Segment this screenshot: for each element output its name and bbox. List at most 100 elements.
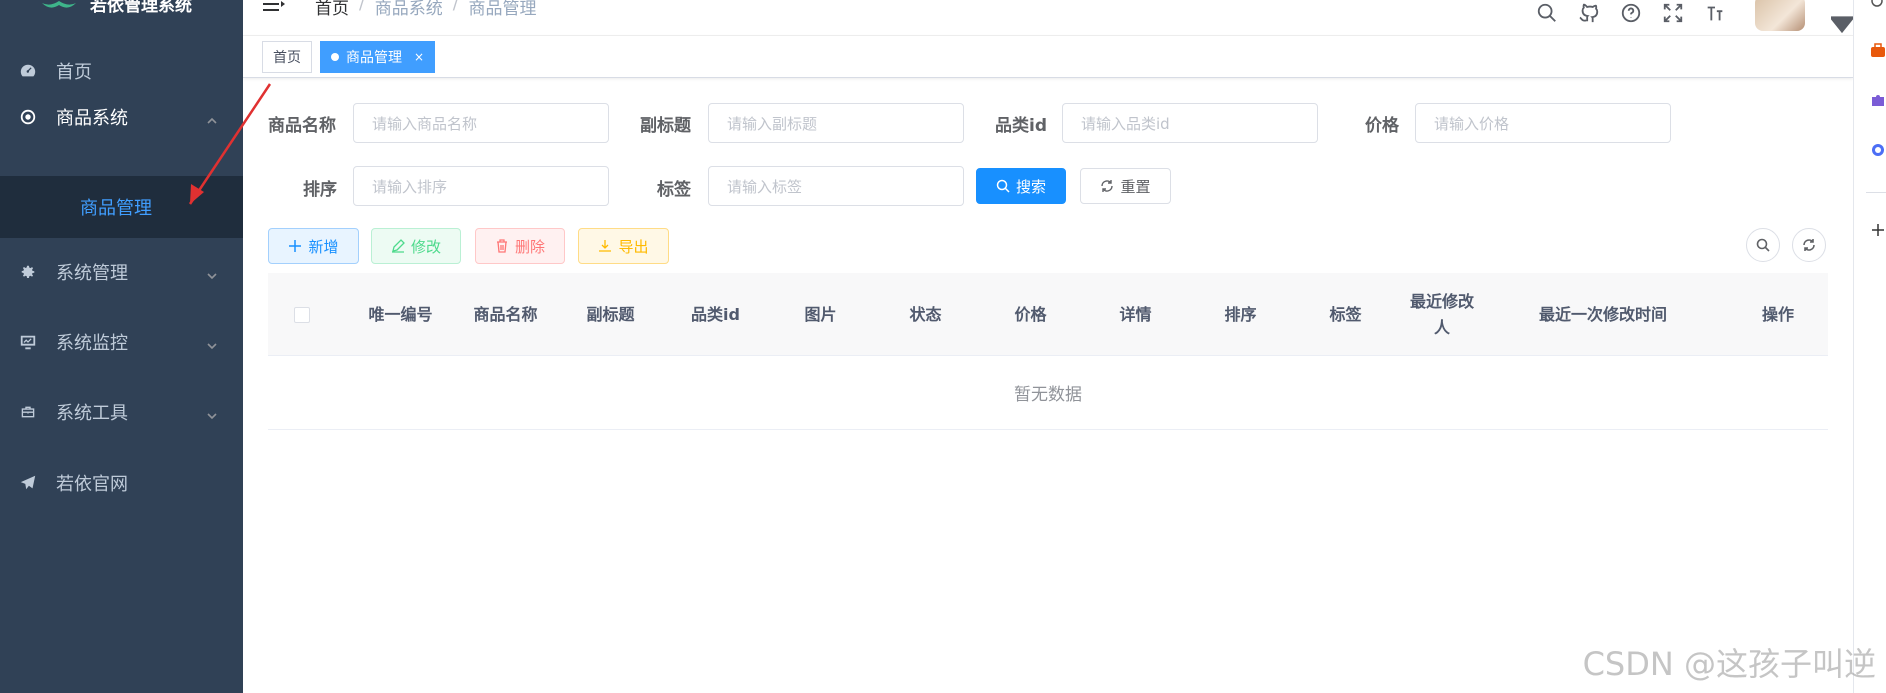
column-header: 品类id	[691, 304, 740, 324]
edit-button-label: 修改	[410, 237, 441, 256]
sidebar-item-system-tools[interactable]: 系统工具	[0, 383, 243, 441]
puzzle-icon[interactable]	[1870, 92, 1886, 108]
select-all-checkbox[interactable]	[294, 307, 310, 323]
toggle-search-button[interactable]	[1746, 228, 1780, 262]
search-button-label: 搜索	[1015, 177, 1046, 196]
export-button[interactable]: 导出	[578, 228, 669, 264]
column-header: 商品名称	[473, 304, 538, 324]
hamburger-icon[interactable]	[263, 0, 285, 12]
avatar[interactable]	[1755, 0, 1805, 31]
delete-button-label: 删除	[514, 237, 545, 256]
column-header: 详情	[1119, 304, 1152, 324]
font-size-icon[interactable]	[1703, 1, 1727, 25]
gear-icon	[18, 262, 38, 282]
column-header: 副标题	[586, 304, 635, 324]
sidebar-item-label: 系统工具	[56, 403, 128, 424]
export-button-label: 导出	[618, 237, 649, 256]
plus-icon[interactable]	[1870, 222, 1886, 238]
refresh-icon	[1803, 239, 1815, 251]
refresh-button[interactable]	[1792, 228, 1826, 262]
sidebar-item-label: 商品系统	[56, 108, 128, 129]
table-header: 唯一编号 商品名称 副标题 品类id 图片 状态 价格 详情 排序 标签 最近修…	[268, 273, 1828, 356]
column-header: 操作	[1761, 304, 1794, 324]
breadcrumb-separator: /	[359, 0, 365, 14]
tag-goods-management[interactable]: 商品管理 ×	[320, 41, 436, 73]
fullscreen-icon[interactable]	[1661, 1, 1685, 25]
monitor-icon	[18, 332, 38, 352]
add-button-label: 新增	[308, 237, 339, 256]
breadcrumb-separator: /	[452, 0, 459, 14]
search-icon	[996, 179, 1010, 193]
tags-view: 首页 商品管理 ×	[243, 36, 1853, 78]
goods-name-input[interactable]: 请输入商品名称	[353, 103, 609, 143]
column-header: 图片	[804, 304, 837, 324]
search-icon[interactable]	[1870, 0, 1886, 10]
navbar-right-menu	[1535, 0, 1853, 34]
download-icon	[599, 240, 612, 252]
watermark: CSDN @这孩子叫逆	[1582, 645, 1876, 683]
navbar: 首页 / 商品系统 / 商品管理	[243, 0, 1853, 36]
column-header: 标签	[1329, 304, 1362, 324]
sidebar-item-goods-system[interactable]: 商品系统	[0, 88, 243, 146]
sidebar-item-label: 若依官网	[56, 474, 128, 495]
logo-text: 若依管理系统	[90, 0, 192, 16]
price-input[interactable]: 请输入价格	[1415, 103, 1671, 143]
sidebar-item-system-monitor[interactable]: 系统监控	[0, 313, 243, 371]
tag-home[interactable]: 首页	[262, 41, 312, 73]
search-button[interactable]: 搜索	[976, 168, 1066, 204]
caret-down-icon[interactable]	[1831, 12, 1853, 34]
add-button[interactable]: 新增	[268, 228, 359, 264]
tag-input[interactable]: 请输入标签	[708, 166, 964, 206]
search-icon[interactable]	[1535, 1, 1559, 25]
radio-icon	[18, 107, 38, 127]
logo[interactable]: 若依管理系统	[40, 0, 192, 20]
search-icon	[1756, 238, 1770, 252]
sidebar-item-ruoyi-site[interactable]: 若依官网	[0, 454, 243, 512]
sidebar-item-label: 首页	[56, 62, 92, 83]
column-header: 价格	[1014, 304, 1047, 324]
column-header: 最近修改人	[1409, 291, 1474, 337]
help-icon[interactable]	[1619, 1, 1643, 25]
price-label: 价格	[1365, 116, 1399, 136]
column-header: 状态	[909, 304, 942, 324]
reset-button-label: 重置	[1120, 177, 1151, 196]
chevron-down-icon	[207, 405, 217, 420]
tag-label: 首页	[273, 50, 301, 66]
breadcrumb-goods-management: 商品管理	[468, 0, 537, 19]
chevron-down-icon	[207, 265, 217, 280]
sidebar-subitem-goods-management[interactable]: 商品管理	[0, 176, 243, 238]
edit-icon	[391, 239, 405, 253]
column-header: 最近一次修改时间	[1538, 304, 1667, 324]
copilot-icon[interactable]	[1870, 142, 1886, 158]
close-icon[interactable]: ×	[414, 50, 424, 64]
sort-input[interactable]: 请输入排序	[353, 166, 609, 206]
refresh-icon	[1101, 180, 1114, 192]
briefcase-icon[interactable]	[1870, 43, 1886, 59]
breadcrumb: 首页 / 商品系统 / 商品管理	[315, 0, 536, 19]
trash-icon	[496, 239, 507, 253]
delete-button[interactable]: 删除	[475, 228, 565, 264]
column-header: 排序	[1224, 304, 1257, 324]
reset-button[interactable]: 重置	[1080, 168, 1171, 204]
chevron-down-icon	[207, 335, 217, 350]
column-header: 唯一编号	[368, 304, 433, 324]
category-id-input[interactable]: 请输入品类id	[1062, 103, 1318, 143]
dashboard-icon	[18, 61, 38, 81]
sidebar-item-system-management[interactable]: 系统管理	[0, 243, 243, 301]
edit-button[interactable]: 修改	[371, 228, 461, 264]
logo-icon	[42, 1, 76, 8]
subtitle-input[interactable]: 请输入副标题	[708, 103, 964, 143]
tag-label: 标签	[657, 180, 691, 200]
github-icon[interactable]	[1577, 1, 1601, 25]
app-root: 若依管理系统 首页 商品系统 商品管理 系统管理 系统监控 系统工具 若依官网 …	[0, 0, 1886, 693]
sort-label: 排序	[303, 180, 337, 200]
paper-plane-icon	[18, 473, 38, 493]
sidebar-item-label: 系统监控	[56, 333, 128, 354]
sidebar: 若依管理系统 首页 商品系统 商品管理 系统管理 系统监控 系统工具 若依官网	[0, 0, 243, 693]
breadcrumb-home[interactable]: 首页	[315, 0, 349, 19]
chevron-up-icon	[207, 110, 217, 124]
category-id-label: 品类id	[995, 116, 1047, 136]
sidebar-item-label: 系统管理	[56, 263, 128, 284]
subtitle-label: 副标题	[640, 116, 691, 136]
table-empty-text: 暂无数据	[268, 356, 1828, 430]
